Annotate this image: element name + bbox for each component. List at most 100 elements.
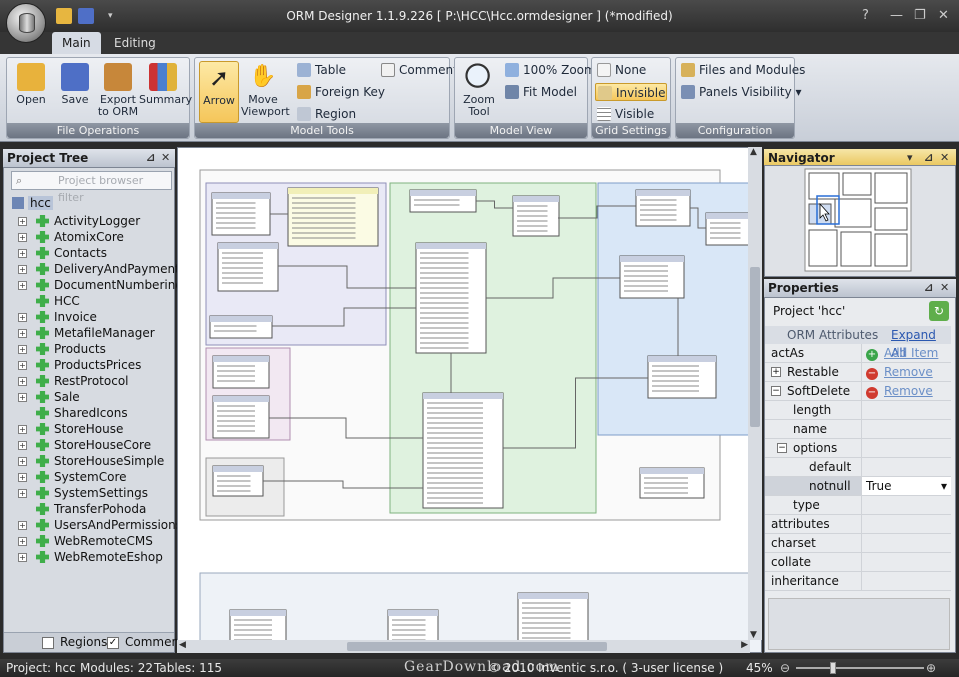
expand-icon[interactable]: +: [18, 377, 27, 386]
table-entity[interactable]: [647, 355, 717, 399]
property-row[interactable]: charset: [765, 534, 951, 553]
property-value[interactable]: − Remove: [861, 363, 951, 381]
table-entity[interactable]: [212, 395, 270, 439]
property-row[interactable]: name: [765, 420, 951, 439]
property-value[interactable]: [861, 439, 951, 457]
tree-item[interactable]: SharedIcons: [18, 405, 186, 421]
scroll-thumb-horizontal[interactable]: [347, 642, 607, 651]
property-row[interactable]: notnull True ▾: [765, 477, 951, 496]
property-row[interactable]: default: [765, 458, 951, 477]
expand-icon[interactable]: +: [18, 537, 27, 546]
zoom-in-icon[interactable]: ⊕: [926, 659, 936, 677]
foreign-key-button[interactable]: Foreign Key: [295, 83, 385, 101]
expand-icon[interactable]: +: [18, 217, 27, 226]
table-header[interactable]: [620, 256, 684, 262]
tree-item[interactable]: + DocumentNumbering: [18, 277, 186, 293]
scroll-thumb[interactable]: [750, 267, 760, 427]
zoom-slider[interactable]: [796, 667, 924, 669]
chevron-down-icon[interactable]: ▾: [941, 477, 947, 496]
tab-editing[interactable]: Editing: [104, 32, 166, 54]
property-row[interactable]: collate: [765, 553, 951, 572]
table-entity[interactable]: [422, 392, 504, 509]
expand-icon[interactable]: +: [18, 345, 27, 354]
expand-icon[interactable]: +: [18, 265, 27, 274]
collapse-icon[interactable]: −: [777, 443, 787, 453]
table-header[interactable]: [288, 188, 378, 194]
table-header[interactable]: [416, 243, 486, 249]
expand-icon[interactable]: +: [18, 233, 27, 242]
project-filter-input[interactable]: Project browser filter ⌕: [11, 171, 172, 204]
expand-icon[interactable]: +: [18, 249, 27, 258]
navigator-panel[interactable]: [764, 165, 956, 277]
property-row[interactable]: type: [765, 496, 951, 515]
comment-button[interactable]: Comment: [379, 61, 458, 79]
property-value[interactable]: [861, 553, 951, 571]
zoom-tool-button[interactable]: Zoom Tool: [457, 61, 501, 123]
canvas-vertical-scrollbar[interactable]: ▲ ▼: [748, 147, 762, 640]
navigator-minimap[interactable]: [765, 166, 955, 276]
grid-none-button[interactable]: None: [595, 61, 646, 79]
expand-icon[interactable]: +: [18, 553, 27, 562]
table-header[interactable]: [518, 593, 588, 599]
scroll-left-arrow[interactable]: ◀: [179, 640, 186, 650]
property-row[interactable]: attributes: [765, 515, 951, 534]
property-row[interactable]: − SoftDelete − Remove: [765, 382, 951, 401]
table-header[interactable]: [213, 396, 269, 402]
property-value[interactable]: [861, 572, 951, 590]
table-header[interactable]: [706, 213, 752, 219]
tree-item[interactable]: + Invoice: [18, 309, 186, 325]
tree-item[interactable]: HCC: [18, 293, 186, 309]
property-row[interactable]: length: [765, 401, 951, 420]
table-header[interactable]: [410, 190, 476, 196]
comments-checkbox[interactable]: ✓: [107, 637, 119, 649]
er-diagram[interactable]: [178, 148, 762, 653]
tree-item[interactable]: + SystemSettings: [18, 485, 186, 501]
tree-item[interactable]: TransferPohoda: [18, 501, 186, 517]
region-button[interactable]: Region: [295, 105, 356, 123]
tree-item[interactable]: + ProductsPrices: [18, 357, 186, 373]
scroll-right-arrow[interactable]: ▶: [741, 640, 748, 650]
close-icon[interactable]: ✕: [940, 279, 949, 297]
table-header[interactable]: [636, 190, 690, 196]
save-button[interactable]: Save: [55, 61, 95, 123]
tab-main[interactable]: Main: [52, 32, 101, 54]
tree-item[interactable]: + StoreHouse: [18, 421, 186, 437]
tree-item[interactable]: + AtomixCore: [18, 229, 186, 245]
scroll-up-arrow[interactable]: ▲: [750, 147, 757, 157]
panels-visibility-button[interactable]: Panels Visibility ▾: [679, 83, 802, 101]
tree-item[interactable]: + StoreHouseSimple: [18, 453, 186, 469]
property-value[interactable]: − Remove: [861, 382, 951, 400]
close-button[interactable]: ✕: [938, 8, 949, 23]
tree-item[interactable]: + Products: [18, 341, 186, 357]
property-value[interactable]: [861, 458, 951, 476]
table-entity[interactable]: [217, 242, 279, 292]
property-row[interactable]: actAs + Add Item: [765, 344, 951, 363]
pin-icon[interactable]: ⊿: [924, 279, 933, 297]
table-header[interactable]: [213, 356, 269, 362]
property-value[interactable]: [861, 496, 951, 514]
expand-icon[interactable]: +: [18, 313, 27, 322]
help-button[interactable]: ?: [862, 8, 869, 23]
canvas-horizontal-scrollbar[interactable]: ◀ ▶: [177, 640, 750, 653]
tree-item[interactable]: + WebRemoteEshop: [18, 549, 186, 565]
maximize-button[interactable]: ❐: [914, 8, 926, 23]
table-header[interactable]: [513, 196, 559, 202]
expand-icon[interactable]: +: [18, 457, 27, 466]
regions-checkbox[interactable]: [42, 637, 54, 649]
property-value[interactable]: [861, 515, 951, 533]
zoom-100-button[interactable]: 100% Zoom: [503, 61, 596, 79]
model-canvas[interactable]: [177, 147, 762, 653]
table-header[interactable]: [213, 466, 263, 472]
expand-icon[interactable]: +: [18, 473, 27, 482]
property-value[interactable]: [861, 420, 951, 438]
tree-item[interactable]: + Contacts: [18, 245, 186, 261]
close-icon[interactable]: ✕: [161, 149, 170, 167]
move-viewport-button[interactable]: ✋ Move Viewport: [241, 61, 290, 123]
grid-invisible-button[interactable]: Invisible: [595, 83, 667, 101]
property-row[interactable]: + Restable − Remove: [765, 363, 951, 382]
expand-icon[interactable]: +: [18, 361, 27, 370]
table-header[interactable]: [388, 610, 438, 616]
table-entity[interactable]: [211, 192, 271, 236]
property-row[interactable]: inheritance: [765, 572, 951, 591]
expand-icon[interactable]: +: [18, 425, 27, 434]
